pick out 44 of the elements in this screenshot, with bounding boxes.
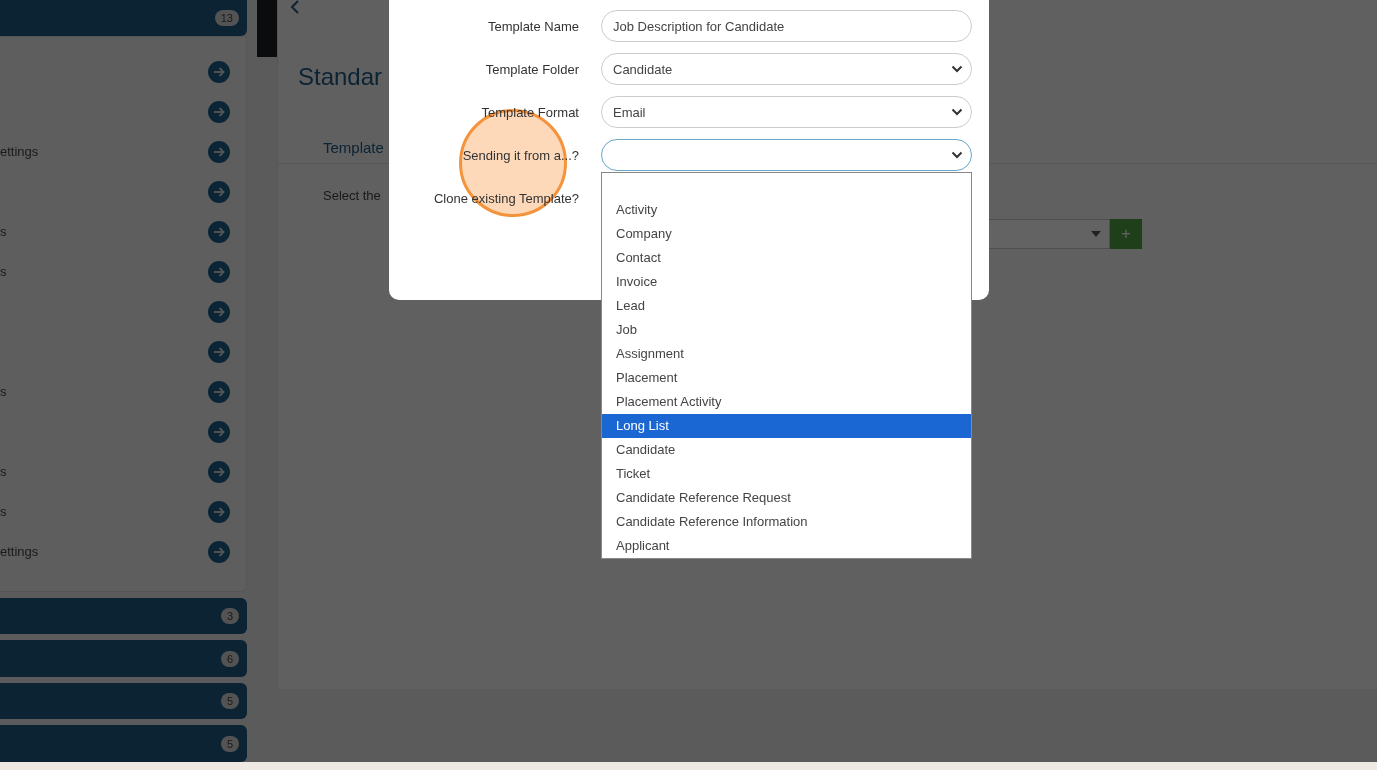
arrow-right-icon[interactable] [208,260,230,283]
dropdown-option[interactable]: Placement [602,366,971,390]
arrow-right-icon[interactable] [208,340,230,363]
count-badge: 3 [220,607,239,624]
dropdown-option[interactable]: Candidate Reference Request [602,486,971,510]
dropdown-option[interactable]: Placement Activity [602,390,971,414]
select-field[interactable]: Email [601,96,972,128]
arrow-right-icon[interactable] [208,140,230,163]
select-field[interactable] [601,139,972,171]
text-field[interactable]: Job Description for Candidate [601,10,972,42]
dropdown-option[interactable]: Ticket [602,462,971,486]
dropdown-option[interactable]: Long List [602,414,971,438]
dropdown-option[interactable]: Invoice [602,270,971,294]
dropdown-option[interactable]: Job [602,318,971,342]
arrow-right-icon[interactable] [208,500,230,523]
dropdown-option[interactable]: Candidate Reference Information [602,510,971,534]
arrow-right-icon[interactable] [208,180,230,203]
chevron-down-icon [951,108,963,116]
arrow-right-icon[interactable] [208,460,230,483]
chevron-down-icon [951,151,963,159]
arrow-right-icon[interactable] [208,380,230,403]
arrow-right-icon[interactable] [208,540,230,563]
field-label: Template Folder [485,61,579,77]
count-badge: 13 [214,9,239,26]
field-label: Template Name [487,18,579,34]
arrow-right-icon[interactable] [208,60,230,83]
dropdown-option[interactable]: Candidate [602,438,971,462]
dropdown-option[interactable]: Company [602,222,971,246]
dark-strip [257,0,277,57]
dropdown-option[interactable]: Applicant [602,534,971,558]
arrow-right-icon[interactable] [208,420,230,443]
dropdown-option[interactable]: Contact [602,246,971,270]
arrow-right-icon[interactable] [208,100,230,123]
dropdown-option[interactable]: Assignment [602,342,971,366]
page-title: Standar [298,63,383,90]
caret-icon [1091,231,1101,237]
instruction-text: Select the [323,188,381,203]
dropdown-option[interactable]: Lead [602,294,971,318]
arrow-right-icon[interactable] [208,220,230,243]
dropdown-option[interactable]: Activity [602,198,971,222]
chevron-down-icon [951,65,963,73]
select-field[interactable]: Candidate [601,53,972,85]
arrow-right-icon[interactable] [208,300,230,323]
back-chevron-icon[interactable] [290,0,300,14]
